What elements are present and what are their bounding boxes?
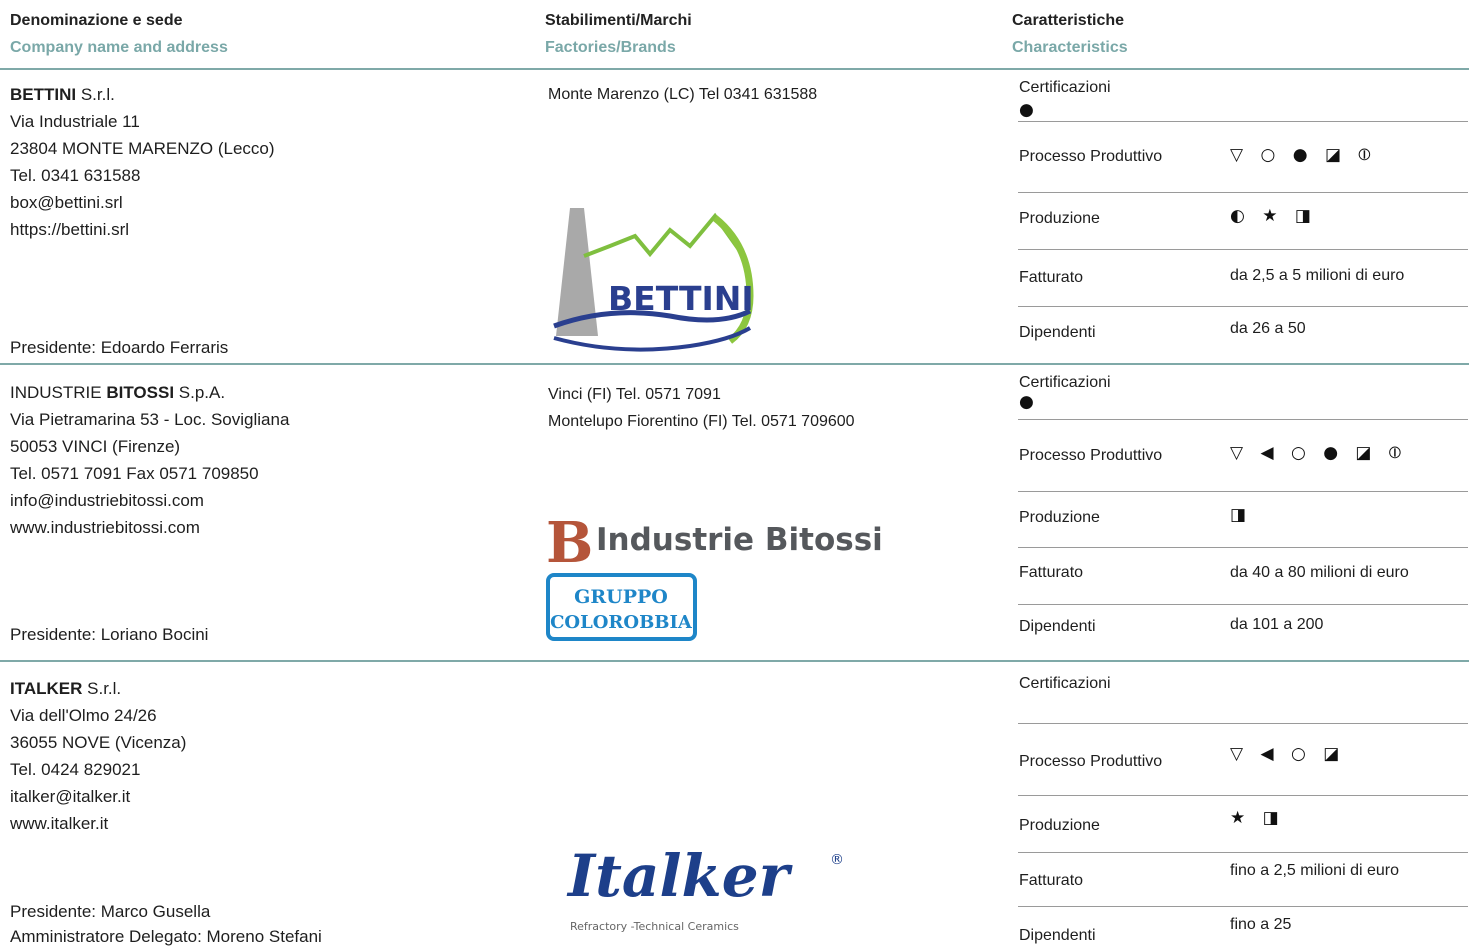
produzione-symbols: ◨ — [1230, 505, 1253, 525]
city-line: 23804 MONTE MARENZO (Lecco) — [10, 139, 275, 158]
phone-line: Tel. 0424 829021 — [10, 760, 141, 779]
website-link[interactable]: www.italker.it — [10, 810, 186, 837]
cert-symbols: ● — [1019, 392, 1040, 412]
label-certificazioni: Certificazioni — [1019, 79, 1111, 96]
logo-wordmark: Italker — [566, 842, 794, 910]
address-line: Via Pietramarina 53 - Loc. Sovigliana — [10, 410, 290, 429]
label-processo: Processo Produttivo — [1019, 148, 1163, 165]
row-divider — [1018, 192, 1468, 193]
president-line: Presidente: Marco Gusella — [10, 902, 211, 921]
phone-line: Tel. 0341 631588 — [10, 166, 141, 185]
label-produzione: Produzione — [1019, 210, 1100, 227]
col2-header-en: Factories/Brands — [545, 39, 676, 56]
row-divider — [1018, 906, 1468, 907]
label-dipendenti: Dipendenti — [1019, 324, 1096, 341]
fatturato-value: da 2,5 a 5 milioni di euro — [1230, 267, 1405, 284]
plants-bettini: Monte Marenzo (LC) Tel 0341 631588 — [548, 81, 817, 108]
city-line: 36055 NOVE (Vicenza) — [10, 733, 187, 752]
bettini-logo: BETTINI — [553, 208, 754, 352]
company-name: ITALKER S.r.l. — [10, 679, 122, 698]
dipendenti-value: da 101 a 200 — [1230, 616, 1324, 633]
address-line: Via Industriale 11 — [10, 112, 140, 131]
dipendenti-value: da 26 a 50 — [1230, 320, 1306, 337]
president-line: Presidente: Edoardo Ferraris — [10, 338, 229, 357]
row-divider — [1018, 121, 1468, 122]
label-produzione: Produzione — [1019, 817, 1100, 834]
row-divider — [1018, 419, 1468, 420]
produzione-symbols: ◐ ★ ◨ — [1230, 206, 1317, 226]
label-dipendenti: Dipendenti — [1019, 618, 1096, 635]
row-divider — [1018, 795, 1468, 796]
company-name: INDUSTRIE BITOSSI S.p.A. — [10, 383, 226, 402]
email-link[interactable]: italker@italker.it — [10, 783, 186, 810]
dipendenti-value: fino a 25 — [1230, 916, 1292, 933]
label-certificazioni: Certificazioni — [1019, 374, 1111, 391]
label-produzione: Produzione — [1019, 509, 1100, 526]
company-name: BETTINI S.r.l. — [10, 85, 115, 104]
plant-line: Vinci (FI) Tel. 0571 7091 — [548, 386, 721, 403]
address-line: Via dell'Olmo 24/26 — [10, 706, 157, 725]
row-divider — [1018, 249, 1468, 250]
label-fatturato: Fatturato — [1019, 269, 1084, 286]
logo-sub1: GRUPPO — [574, 586, 668, 608]
company-block-bitossi: INDUSTRIE BITOSSI S.p.A. Via Pietramarin… — [10, 379, 289, 541]
italker-logo: Italker ® Refractory -Technical Ceramics — [566, 842, 844, 933]
logo-tagline: Refractory -Technical Ceramics — [570, 920, 739, 933]
website-link[interactable]: https://bettini.srl — [10, 216, 275, 243]
col2-header-it: Stabilimenti/Marchi — [545, 12, 692, 29]
email-link[interactable]: box@bettini.srl — [10, 189, 275, 216]
produzione-symbols: ★ ◨ — [1230, 808, 1285, 828]
officers-italker: Presidente: Marco Gusella Amministratore… — [10, 899, 322, 949]
label-processo: Processo Produttivo — [1019, 753, 1163, 770]
svg-text:B: B — [546, 510, 593, 576]
plants-bitossi: Vinci (FI) Tel. 0571 7091 Montelupo Fior… — [548, 381, 855, 435]
officers-bitossi: Presidente: Loriano Bocini — [10, 622, 208, 647]
processo-symbols: ▽ ◀ ○ ◪ — [1230, 744, 1346, 764]
email-link[interactable]: info@industriebitossi.com — [10, 487, 289, 514]
label-processo: Processo Produttivo — [1019, 447, 1163, 464]
processo-symbols: ▽ ◀ ○ ● ◪ ⦶ — [1230, 443, 1408, 463]
company-divider — [0, 363, 1469, 365]
label-certificazioni: Certificazioni — [1019, 675, 1111, 692]
fatturato-value: da 40 a 80 milioni di euro — [1230, 564, 1409, 581]
row-divider — [1018, 547, 1468, 548]
header-divider — [0, 68, 1469, 70]
fatturato-value: fino a 2,5 milioni di euro — [1230, 862, 1399, 879]
label-fatturato: Fatturato — [1019, 564, 1084, 581]
plant-line: Monte Marenzo (LC) Tel 0341 631588 — [548, 86, 818, 103]
col3-header-it: Caratteristiche — [1012, 12, 1125, 29]
officers-bettini: Presidente: Edoardo Ferraris — [10, 335, 228, 360]
col1-header-en: Company name and address — [10, 39, 228, 56]
company-block-bettini: BETTINI S.r.l. Via Industriale 11 23804 … — [10, 81, 275, 243]
col3-header-en: Characteristics — [1012, 39, 1128, 56]
cert-symbols: ● — [1019, 100, 1040, 120]
svg-text:®: ® — [830, 852, 844, 868]
row-divider — [1018, 604, 1468, 605]
city-line: 50053 VINCI (Firenze) — [10, 437, 181, 456]
processo-symbols: ▽ ○ ● ◪ ⦶ — [1230, 145, 1377, 165]
company-block-italker: ITALKER S.r.l. Via dell'Olmo 24/26 36055… — [10, 675, 186, 837]
row-divider — [1018, 723, 1468, 724]
label-dipendenti: Dipendenti — [1019, 927, 1096, 944]
president-line: Presidente: Loriano Bocini — [10, 625, 209, 644]
website-link[interactable]: www.industriebitossi.com — [10, 514, 289, 541]
label-fatturato: Fatturato — [1019, 872, 1084, 889]
row-divider — [1018, 491, 1468, 492]
phone-line: Tel. 0571 7091 Fax 0571 709850 — [10, 464, 259, 483]
bitossi-logo: B Industrie Bitossi GRUPPO COLOROBBIA — [546, 510, 883, 641]
plant-line: Montelupo Fiorentino (FI) Tel. 0571 7096… — [548, 413, 855, 430]
company-divider — [0, 660, 1469, 662]
row-divider — [1018, 852, 1468, 853]
ceo-line: Amministratore Delegato: Moreno Stefani — [10, 927, 322, 946]
logo-wordmark: Industrie Bitossi — [596, 522, 883, 558]
logo-wordmark: BETTINI — [608, 279, 754, 318]
logo-sub2: COLOROBBIA — [550, 612, 693, 633]
row-divider — [1018, 306, 1468, 307]
col1-header-it: Denominazione e sede — [10, 12, 183, 29]
